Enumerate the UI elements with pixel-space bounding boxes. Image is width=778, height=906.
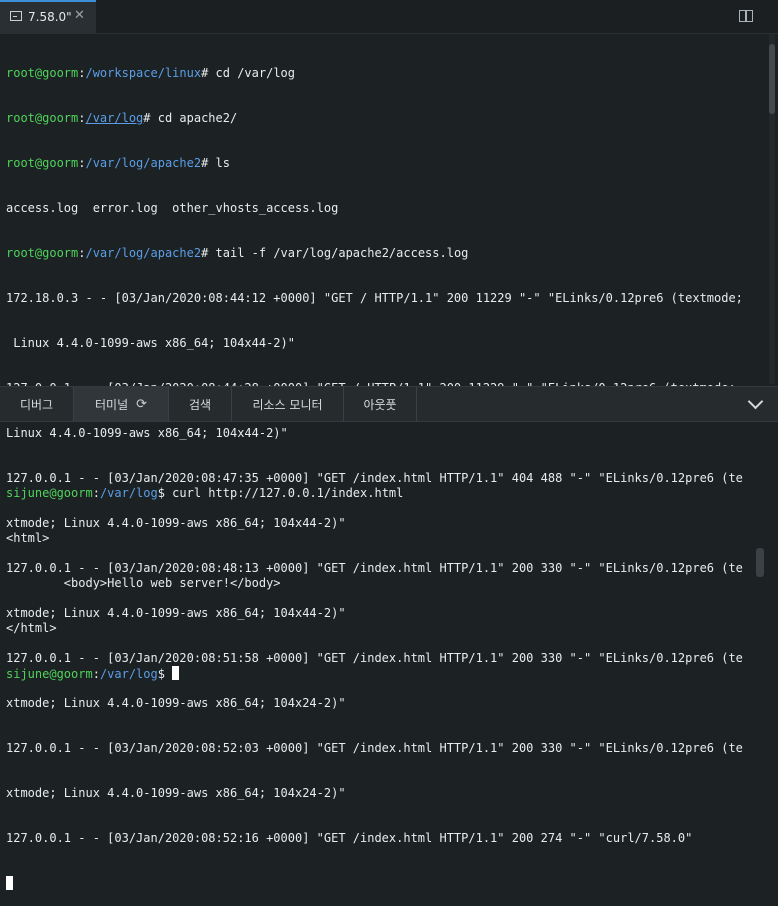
- terminal-line: </html>: [6, 621, 57, 635]
- tab-resource-monitor[interactable]: 리소스 모니터: [232, 387, 344, 421]
- log-line: xtmode; Linux 4.4.0-1099-aws x86_64; 104…: [6, 786, 346, 800]
- terminal-line: sijune@goorm:/var/log$ curl http://127.0…: [6, 486, 404, 500]
- terminal-cursor: [6, 876, 13, 890]
- terminal-cursor: [172, 666, 180, 680]
- tab-debug[interactable]: 디버그: [0, 387, 74, 421]
- log-line: Linux 4.4.0-1099-aws x86_64; 104x44-2)": [6, 426, 288, 440]
- terminal-line: root@goorm:/workspace/linux# cd /var/log: [6, 66, 295, 80]
- bottom-panel-tabs: 디버그 터미널 ⟳ 검색 리소스 모니터 아웃풋: [0, 386, 778, 422]
- terminal-output-bottom[interactable]: sijune@goorm:/var/log$ curl http://127.0…: [6, 456, 403, 696]
- refresh-icon[interactable]: ⟳: [136, 397, 147, 412]
- scrollbar-thumb[interactable]: [756, 548, 764, 577]
- terminal-prompt: sijune@goorm:/var/log$: [6, 666, 403, 681]
- terminal-line: <body>Hello web server!</body>: [6, 576, 281, 590]
- terminal-line: root@goorm:/var/log# cd apache2/: [6, 111, 238, 125]
- terminal-line: access.log error.log other_vhosts_access…: [6, 201, 339, 215]
- scrollbar-thumb[interactable]: [769, 44, 775, 114]
- tab-label: 리소스 모니터: [252, 397, 323, 412]
- log-line: 127.0.0.1 - - [03/Jan/2020:08:52:16 +000…: [6, 831, 693, 845]
- close-icon[interactable]: ✕: [74, 8, 85, 23]
- tab-label: 터미널: [94, 397, 129, 412]
- tab-bar: 7.58.0" ✕: [0, 0, 778, 34]
- terminal-line: root@goorm:/var/log/apache2# ls: [6, 156, 230, 170]
- terminal-cursor-line: [6, 876, 743, 891]
- tab-label: 디버그: [19, 397, 54, 412]
- log-line: 172.18.0.3 - - [03/Jan/2020:08:44:12 +00…: [6, 291, 743, 305]
- tab-output[interactable]: 아웃풋: [344, 387, 417, 421]
- log-line: Linux 4.4.0-1099-aws x86_64; 104x44-2)": [6, 336, 295, 350]
- terminal-line: <html>: [6, 531, 50, 545]
- terminal-tab[interactable]: 7.58.0" ✕: [0, 0, 96, 33]
- scrollbar[interactable]: [769, 34, 775, 384]
- chevron-down-icon[interactable]: [747, 393, 764, 410]
- log-line: 127.0.0.1 - - [03/Jan/2020:08:52:03 +000…: [6, 741, 743, 755]
- tab-title: 7.58.0": [28, 10, 72, 24]
- log-line: xtmode; Linux 4.4.0-1099-aws x86_64; 104…: [6, 696, 346, 710]
- tab-terminal[interactable]: 터미널 ⟳: [74, 387, 169, 421]
- tab-label: 검색: [188, 397, 212, 412]
- tab-search[interactable]: 검색: [169, 387, 232, 421]
- terminal-icon: [10, 11, 22, 21]
- terminal-line: root@goorm:/var/log/apache2# tail -f /va…: [6, 246, 469, 260]
- split-view-icon[interactable]: [739, 10, 753, 22]
- tab-label: 아웃풋: [363, 397, 397, 412]
